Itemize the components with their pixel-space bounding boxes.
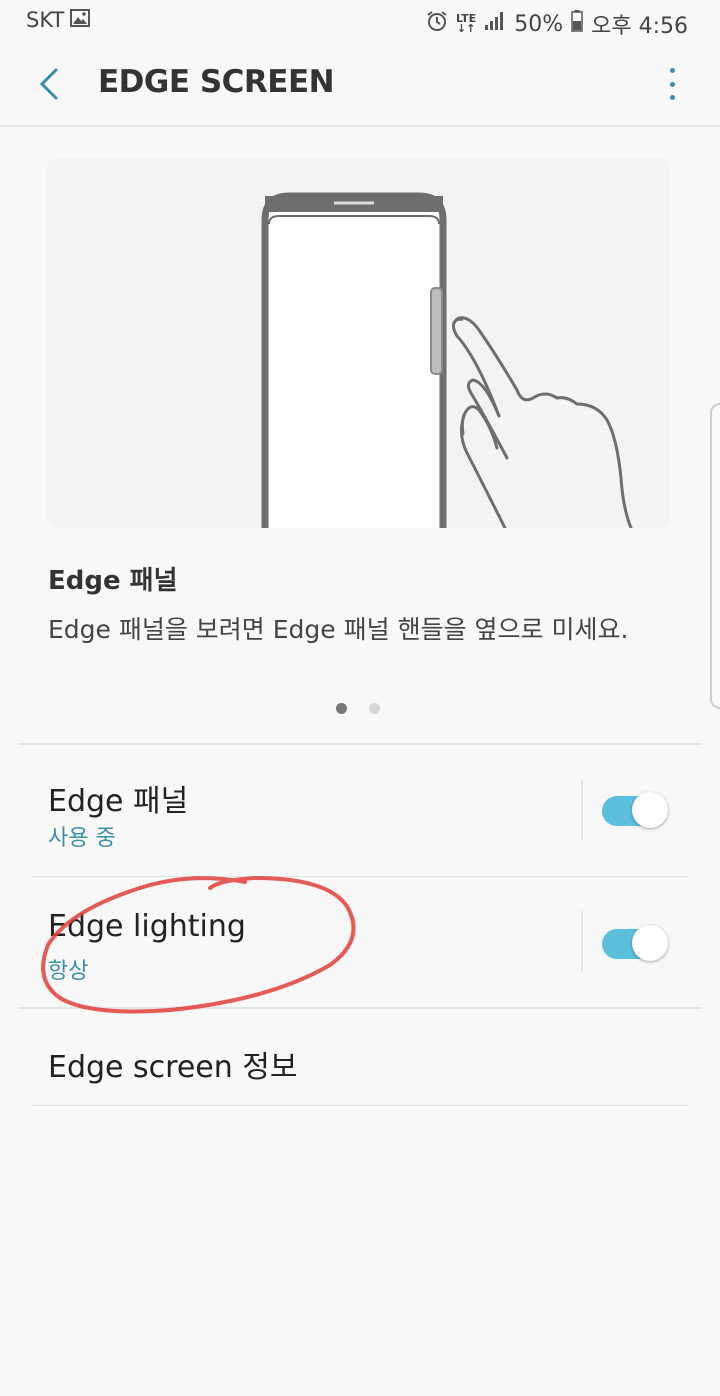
battery-icon bbox=[571, 10, 583, 38]
setting-title: Edge lighting bbox=[48, 909, 246, 944]
carrier-label: SKT bbox=[26, 8, 65, 32]
app-bar: EDGE SCREEN bbox=[0, 42, 720, 127]
edge-lighting-toggle[interactable] bbox=[602, 925, 668, 961]
page-dot-2[interactable] bbox=[369, 703, 380, 714]
setting-edge-lighting[interactable]: Edge lighting 항상 bbox=[32, 877, 688, 1007]
gallery-icon bbox=[70, 8, 91, 32]
more-vert-icon bbox=[669, 68, 675, 73]
setting-title: Edge 패널 bbox=[48, 784, 189, 819]
network-label: LTE ↓↑ bbox=[455, 12, 477, 35]
edge-panel-handle[interactable] bbox=[710, 403, 720, 709]
signal-icon bbox=[484, 11, 506, 37]
page-indicator[interactable] bbox=[336, 703, 380, 714]
edge-panel-illustration bbox=[47, 158, 670, 528]
setting-subtitle: 사용 중 bbox=[48, 826, 116, 851]
clock: 오후 4:56 bbox=[591, 14, 688, 39]
more-options-button[interactable] bbox=[664, 68, 680, 100]
status-bar: SKT LTE ↓↑ 50% 오후 4:56 bbox=[0, 0, 720, 42]
page-dot-1[interactable] bbox=[336, 703, 347, 714]
vertical-separator bbox=[581, 911, 583, 971]
back-arrow-icon bbox=[39, 68, 58, 100]
alarm-icon bbox=[426, 10, 448, 38]
back-button[interactable] bbox=[30, 62, 70, 106]
edge-panel-toggle[interactable] bbox=[602, 792, 668, 828]
phone-swipe-illustration bbox=[261, 192, 633, 528]
section-divider bbox=[18, 1007, 702, 1009]
section-divider bbox=[18, 743, 702, 745]
setting-title: Edge screen 정보 bbox=[48, 1050, 298, 1085]
info-description: Edge 패널을 보려면 Edge 패널 핸들을 옆으로 미세요. bbox=[48, 615, 629, 644]
setting-edge-screen-info[interactable]: Edge screen 정보 bbox=[32, 1010, 688, 1105]
vertical-separator bbox=[581, 780, 583, 840]
page-title: EDGE SCREEN bbox=[98, 64, 335, 100]
info-title: Edge 패널 bbox=[48, 566, 178, 596]
setting-edge-panel[interactable]: Edge 패널 사용 중 bbox=[32, 746, 688, 876]
battery-percent: 50% bbox=[514, 11, 564, 37]
setting-subtitle: 항상 bbox=[48, 959, 89, 984]
row-divider bbox=[32, 1105, 688, 1106]
